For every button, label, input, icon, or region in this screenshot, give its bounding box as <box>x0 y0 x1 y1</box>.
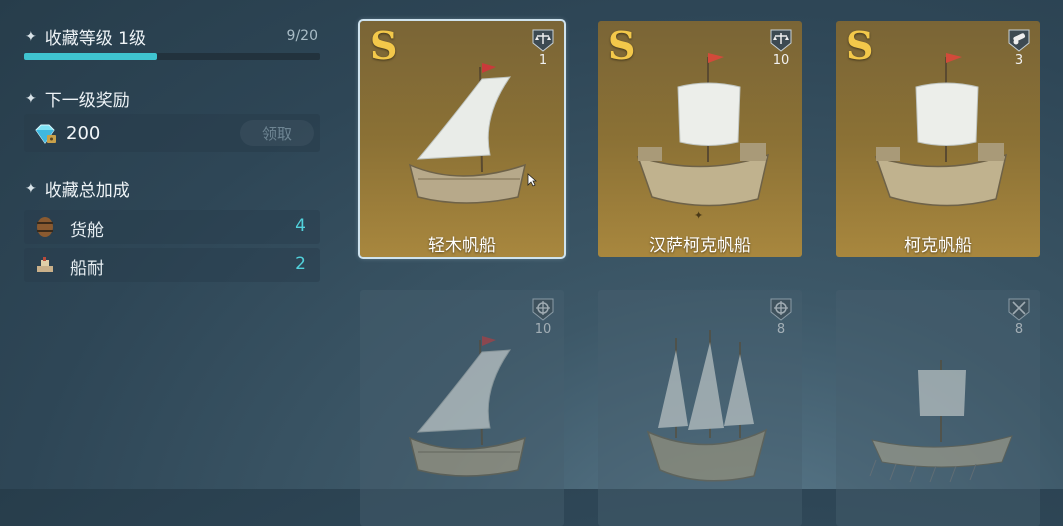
progress-bar <box>24 53 320 60</box>
sparkle-icon: ✦ <box>25 90 37 107</box>
ship-card-locked-3[interactable]: 8 <box>836 290 1040 526</box>
ship-image <box>628 320 778 490</box>
ship-card-locked-2[interactable]: 8 <box>598 290 802 526</box>
ship-image <box>866 47 1016 217</box>
ship-name: 轻木帆船 <box>428 236 496 256</box>
ship-name: 汉萨柯克帆船 <box>649 236 751 256</box>
total-bonus-title-text: 收藏总加成 <box>44 181 130 201</box>
hull-icon <box>37 257 53 272</box>
diamond-icon <box>35 124 56 144</box>
ship-image <box>390 47 540 217</box>
crossed-swords-icon <box>1006 296 1032 322</box>
stat-label: 船耐 <box>70 259 104 279</box>
star-marker-icon: ✦ <box>694 209 704 222</box>
collection-panel: ✦ 收藏等级 1级 9/20 ✦ 下一级奖励 200 领取 ✦ 收藏总加成 货舱… <box>0 0 340 489</box>
helm-icon <box>768 296 794 322</box>
total-bonus-title: ✦ 收藏总加成 <box>25 176 130 202</box>
next-reward-title-text: 下一级奖励 <box>44 91 130 111</box>
stat-row-cargo: 货舱 4 <box>24 210 320 244</box>
ship-image <box>628 47 778 217</box>
next-reward-title: ✦ 下一级奖励 <box>25 86 130 112</box>
progress-count: 9/20 <box>286 28 318 44</box>
collection-level-title: ✦ 收藏等级 1级 <box>25 24 146 50</box>
stat-value: 2 <box>295 254 306 274</box>
stat-label: 货舱 <box>70 221 104 241</box>
claim-button[interactable]: 领取 <box>240 120 314 146</box>
ship-card-cog[interactable]: S 3 柯克帆船 <box>836 21 1040 257</box>
sparkle-icon: ✦ <box>25 180 37 197</box>
level-title-text: 收藏等级 1级 <box>44 29 146 49</box>
mouse-cursor-icon <box>527 173 537 187</box>
ship-image <box>866 320 1016 490</box>
ship-card-hansa-cog[interactable]: S 10 ✦ 汉萨柯克帆船 <box>598 21 802 257</box>
reward-amount: 200 <box>66 123 101 144</box>
ship-card-light-sailboat[interactable]: S 1 轻木帆船 <box>358 19 566 259</box>
progress-fill <box>24 53 158 60</box>
helm-icon <box>530 296 556 322</box>
ship-name: 柯克帆船 <box>904 236 972 256</box>
sparkle-icon: ✦ <box>25 28 37 45</box>
ship-image <box>390 320 540 490</box>
barrel-icon <box>37 217 53 237</box>
reward-box: 200 领取 <box>24 114 320 152</box>
stat-row-durability: 船耐 2 <box>24 248 320 282</box>
stat-value: 4 <box>295 216 306 236</box>
ship-card-locked-1[interactable]: 10 <box>360 290 564 526</box>
